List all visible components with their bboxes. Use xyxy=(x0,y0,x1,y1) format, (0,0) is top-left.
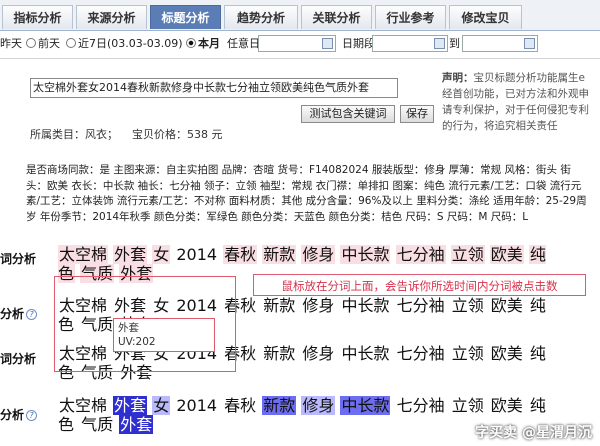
date-range-end-input[interactable] xyxy=(462,35,538,52)
declaration-label: 声明： xyxy=(442,72,474,84)
title-word[interactable]: 外套 xyxy=(113,245,148,264)
tab-trend[interactable]: 趋势分析 xyxy=(224,5,298,29)
title-word[interactable]: 外套 xyxy=(119,415,154,434)
title-word[interactable]: 新款 xyxy=(262,396,297,415)
title-word[interactable]: 修身 xyxy=(301,344,335,363)
any-date-input[interactable] xyxy=(258,35,336,52)
any-date-label: 任意日 xyxy=(227,37,260,50)
title-word[interactable]: 欧美 xyxy=(490,344,524,363)
row2-label-text: 分析 xyxy=(0,307,25,321)
radio-yesterday[interactable]: 昨天 xyxy=(0,33,22,55)
calendar-icon[interactable] xyxy=(524,38,535,49)
row4-label: 分析? xyxy=(0,406,38,423)
row4-label-text: 分析 xyxy=(0,408,25,422)
title-word[interactable]: 七分袖 xyxy=(396,344,446,363)
radio-this-month[interactable]: 本月 xyxy=(186,33,220,55)
tab-metrics[interactable]: 指标分析 xyxy=(2,5,73,29)
title-word[interactable]: 欧美 xyxy=(490,396,524,415)
tab-association[interactable]: 关联分析 xyxy=(301,5,372,29)
title-word[interactable]: 气质 xyxy=(80,415,114,434)
tooltip-uv: UV:202 xyxy=(118,336,156,348)
calendar-icon[interactable] xyxy=(322,38,333,49)
category-text: 所属类目：风衣； xyxy=(30,128,118,141)
title-word[interactable]: 女 xyxy=(152,396,171,415)
row3-label: 词分析 xyxy=(0,352,37,366)
to-label: 到 xyxy=(449,37,460,50)
title-word[interactable]: 中长款 xyxy=(340,344,390,363)
title-word[interactable]: 欧美 xyxy=(490,296,524,315)
title-word[interactable]: 太空棉 xyxy=(58,245,109,264)
radio-icon xyxy=(26,38,36,48)
title-word[interactable]: 七分袖 xyxy=(396,296,446,315)
title-word[interactable]: 新款 xyxy=(262,245,297,264)
declaration: 声明：宝贝标题分析功能属生e经首创功能，已对方法和外观申请专利保护，对于任何侵犯… xyxy=(442,70,594,134)
title-word[interactable]: 太空棉 xyxy=(58,396,108,415)
tab-title-analysis[interactable]: 标题分析 xyxy=(150,5,221,29)
title-word[interactable]: 立领 xyxy=(451,396,485,415)
title-word[interactable]: 春秋 xyxy=(223,396,257,415)
annotation-callout: 鼠标放在分词上面，会告诉你所选时间内分词被点击数 xyxy=(253,274,586,296)
help-icon[interactable]: ? xyxy=(26,410,38,421)
radio-this-month-label: 本月 xyxy=(198,37,220,50)
radio-icon xyxy=(66,38,76,48)
title-word[interactable]: 新款 xyxy=(262,296,296,315)
test-keywords-button[interactable]: 测试包含关键词 xyxy=(301,105,395,123)
title-word[interactable]: 中长款 xyxy=(340,296,390,315)
title-word[interactable]: 立领 xyxy=(451,296,485,315)
date-range-label: 日期段 xyxy=(342,37,375,50)
radio-day-before-label: 前天 xyxy=(38,37,60,50)
title-word[interactable]: 中长款 xyxy=(340,396,391,415)
radio-selected-icon xyxy=(186,38,196,48)
title-input[interactable]: 太空棉外套女2014春秋新款修身中长款七分袖立领欧美纯色气质外套 xyxy=(30,78,398,98)
row2-label: 分析? xyxy=(0,305,38,322)
title-word[interactable]: 女 xyxy=(152,245,171,264)
date-range-start-input[interactable] xyxy=(372,35,448,52)
tooltip-word: 外套 xyxy=(118,322,139,334)
help-icon[interactable]: ? xyxy=(26,309,38,320)
radio-last7-label: 近7日(03.03-03.09) xyxy=(78,37,183,50)
title-word[interactable]: 外套 xyxy=(113,396,148,415)
title-word[interactable]: 2014 xyxy=(175,245,218,264)
tab-edit-item[interactable]: 修改宝贝 xyxy=(449,5,522,29)
save-button[interactable]: 保存 xyxy=(400,105,434,123)
title-word[interactable]: 修身 xyxy=(301,296,335,315)
row1-label: 词分析 xyxy=(0,252,37,266)
calendar-icon[interactable] xyxy=(434,38,445,49)
tab-bar: 指标分析 来源分析 标题分析 趋势分析 关联分析 行业参考 修改宝贝 xyxy=(0,0,600,31)
title-word[interactable]: 中长款 xyxy=(340,245,391,264)
title-word[interactable]: 七分袖 xyxy=(395,245,446,264)
radio-day-before[interactable]: 前天 xyxy=(26,33,60,55)
title-word[interactable]: 立领 xyxy=(450,245,485,264)
radio-yesterday-label: 昨天 xyxy=(0,37,22,50)
tab-industry[interactable]: 行业参考 xyxy=(375,5,446,29)
divider xyxy=(0,58,600,59)
radio-last7[interactable]: 近7日(03.03-03.09) xyxy=(66,33,183,55)
price-text: 宝贝价格：538 元 xyxy=(132,128,223,141)
title-word[interactable]: 修身 xyxy=(301,245,336,264)
title-word[interactable]: 春秋 xyxy=(223,245,258,264)
title-word[interactable]: 七分袖 xyxy=(396,396,446,415)
title-word[interactable]: 修身 xyxy=(301,396,336,415)
title-word[interactable]: 欧美 xyxy=(489,245,524,264)
tab-source[interactable]: 来源分析 xyxy=(76,5,147,29)
title-word[interactable]: 立领 xyxy=(451,344,485,363)
title-word[interactable]: 2014 xyxy=(175,396,218,415)
title-word[interactable]: 新款 xyxy=(262,344,296,363)
watermark: 字买卖 @星渭月沉 xyxy=(475,425,592,441)
item-attributes: 是否商场同款：是 主图来源：自主实拍图 品牌：杏暄 货号：F14082024 服… xyxy=(26,164,587,223)
item-meta: 所属类目：风衣； 宝贝价格：538 元 xyxy=(30,126,223,142)
word-tooltip: 外套 UV:202 xyxy=(113,318,215,352)
